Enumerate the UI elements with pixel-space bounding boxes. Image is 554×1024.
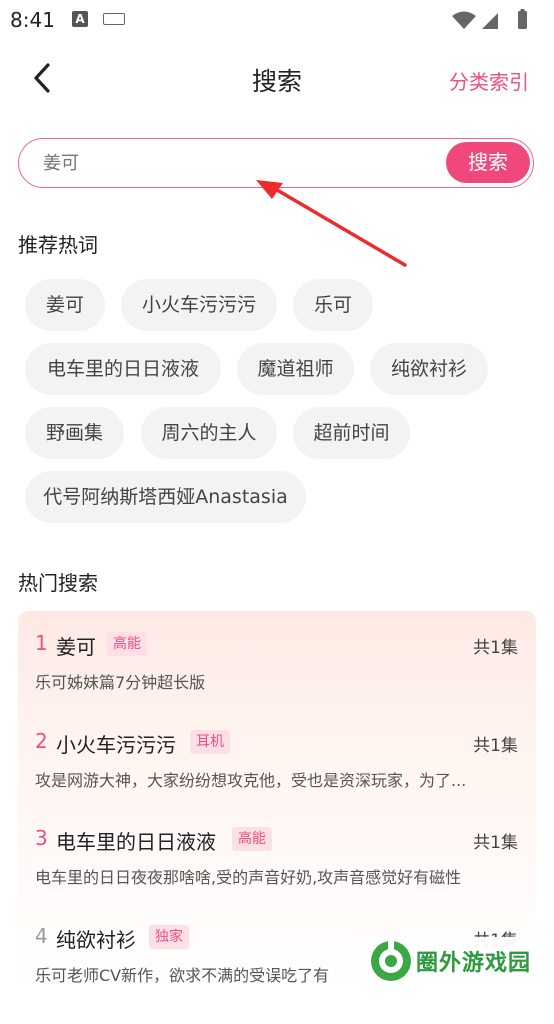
- keyboard-icon: [103, 13, 125, 25]
- hot-description: 电车里的日日夜夜那啥啥,受的声音好奶,攻声音感觉好有磁性: [35, 868, 462, 887]
- hot-search-item[interactable]: 2 小火车污污污 耳机 共1集 攻是网游大神，大家纷纷想攻克他，受也是资深玩家，…: [18, 729, 536, 829]
- watermark: 圈外游戏园: [366, 937, 554, 986]
- keyword-chip[interactable]: 小火车污污污: [121, 279, 277, 331]
- episode-count: 共1集: [473, 736, 518, 756]
- hot-rank: 1: [35, 631, 48, 655]
- hot-search-item[interactable]: 3 电车里的日日液液 高能 共1集 电车里的日日夜夜那啥啥,受的声音好奶,攻声音…: [18, 826, 536, 926]
- hot-title: 姜可: [56, 635, 96, 659]
- search-box: 搜索: [18, 138, 534, 188]
- keyword-chip[interactable]: 乐可: [293, 279, 373, 331]
- notification-a-icon: A: [72, 11, 88, 27]
- episode-count: 共1集: [473, 638, 518, 658]
- keyword-chip[interactable]: 纯欲衬衫: [370, 343, 488, 395]
- hot-tag-badge: 高能: [232, 827, 272, 851]
- keyword-chip[interactable]: 电车里的日日液液: [25, 343, 221, 395]
- category-index-link[interactable]: 分类索引: [449, 66, 529, 95]
- status-bar: 8:41 A: [0, 0, 554, 38]
- episode-count: 共1集: [473, 833, 518, 853]
- hot-rank: 2: [35, 729, 48, 753]
- hot-rank: 3: [35, 826, 48, 850]
- hot-search-panel: 1 姜可 高能 共1集 乐可姊妹篇7分钟超长版 2 小火车污污污 耳机 共1集 …: [18, 611, 536, 991]
- keyword-chip[interactable]: 野画集: [25, 407, 124, 459]
- hot-tag-badge: 独家: [149, 925, 189, 949]
- status-time: 8:41: [10, 8, 55, 32]
- keyword-chip[interactable]: 周六的主人: [141, 407, 277, 459]
- signal-battery-icons: [452, 9, 527, 29]
- keyword-chip[interactable]: 超前时间: [293, 407, 410, 459]
- hot-tag-badge: 耳机: [190, 730, 230, 754]
- watermark-logo-icon: [371, 940, 411, 981]
- hot-description: 攻是网游大神，大家纷纷想攻克他，受也是资深玩家，为了...: [35, 771, 467, 790]
- keyword-chip[interactable]: 姜可: [25, 279, 105, 331]
- hot-rank: 4: [35, 924, 48, 948]
- nav-bar: 搜索 分类索引: [0, 50, 554, 106]
- hot-title: 电车里的日日液液: [56, 830, 216, 854]
- watermark-text: 圈外游戏园: [416, 951, 532, 976]
- hot-search-item[interactable]: 1 姜可 高能 共1集 乐可姊妹篇7分钟超长版: [18, 631, 536, 731]
- search-input[interactable]: [41, 139, 445, 188]
- recommend-section-title: 推荐热词: [18, 233, 98, 257]
- search-button[interactable]: 搜索: [446, 142, 530, 183]
- keyword-chip[interactable]: 魔道祖师: [237, 343, 354, 395]
- hot-title: 纯欲衬衫: [56, 928, 136, 952]
- hot-tag-badge: 高能: [107, 632, 147, 656]
- hot-title: 小火车污污污: [56, 733, 176, 757]
- keyword-chip[interactable]: 代号阿纳斯塔西娅Anastasia: [25, 471, 306, 523]
- hot-description: 乐可姊妹篇7分钟超长版: [35, 673, 206, 692]
- hot-section-title: 热门搜索: [18, 571, 98, 595]
